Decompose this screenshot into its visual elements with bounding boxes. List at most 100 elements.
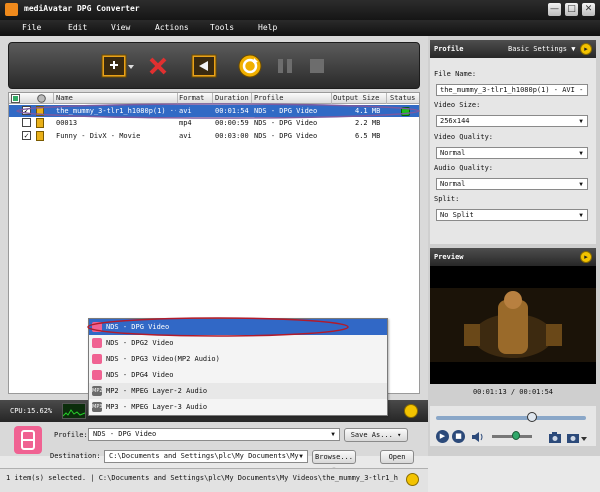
add-file-icon: [101, 54, 134, 78]
window-title: mediAvatar DPG Converter: [24, 4, 140, 13]
column-profile[interactable]: Profile: [254, 94, 284, 102]
split-value: No Split: [440, 211, 474, 219]
menu-bar: File Edit View Actions Tools Help: [0, 20, 600, 36]
video-preview: [430, 266, 596, 384]
row-checkbox[interactable]: [22, 118, 31, 127]
output-settings: Profile: NDS - DPG Video ▼ Save As... ▾ …: [8, 424, 420, 473]
column-name[interactable]: Name: [56, 94, 73, 102]
volume-icon[interactable]: [470, 430, 484, 444]
menu-edit[interactable]: Edit: [68, 23, 87, 32]
video-quality-select[interactable]: Normal ▼: [436, 147, 588, 159]
convert-button[interactable]: [237, 53, 263, 79]
save-as-button[interactable]: Save As... ▾: [344, 428, 408, 442]
maximize-button[interactable]: □: [565, 3, 578, 16]
player-controls: ▶ ■: [430, 406, 596, 446]
status-bar: 1 item(s) selected. | C:\Documents and S…: [0, 468, 428, 492]
column-duration[interactable]: Duration: [215, 94, 249, 102]
pause-button[interactable]: [275, 53, 295, 79]
row-checkbox[interactable]: ✓: [22, 131, 31, 140]
video-size-label: Video Size:: [434, 101, 481, 109]
app-icon: [5, 3, 18, 16]
nds-profile-icon: [14, 426, 42, 454]
menu-tools[interactable]: Tools: [210, 23, 234, 32]
title-bar: mediAvatar DPG Converter — □ ✕: [0, 0, 600, 20]
menu-actions[interactable]: Actions: [155, 23, 189, 32]
file-name-label: File Name:: [434, 70, 477, 78]
menu-help[interactable]: Help: [258, 23, 277, 32]
right-panel: Profile Basic Settings ▼ ▸ File Name: th…: [428, 36, 600, 456]
wrench-icon[interactable]: [404, 404, 418, 418]
audio-quality-label: Audio Quality:: [434, 164, 494, 172]
clip-button[interactable]: [191, 53, 217, 79]
profile-option-label: NDS - DPG4 Video: [106, 371, 174, 379]
profile-option-label: NDS - DPG3 Video(MP2 Audio): [106, 355, 220, 363]
table-row[interactable]: ✓ Funny - DivX - Movie avi 00:03:00 NDS …: [9, 130, 419, 142]
browse-button[interactable]: Browse... ▾: [312, 450, 356, 473]
seek-handle[interactable]: [527, 412, 537, 422]
menu-file[interactable]: File: [22, 23, 41, 32]
file-name-input[interactable]: the_mummy_3-tlr1_h1080p(1) - AVI -: [436, 84, 588, 96]
film-icon: [36, 118, 44, 128]
row-duration: 00:00:59: [215, 119, 249, 127]
nds-icon: [92, 370, 102, 380]
menu-view[interactable]: View: [111, 23, 130, 32]
chevron-down-icon: ▼: [579, 181, 583, 188]
column-status[interactable]: Status: [390, 94, 415, 102]
profile-option[interactable]: MP3 MP3 - MPEG Layer-3 Audio: [89, 399, 387, 415]
profile-panel-title: Profile: [434, 45, 464, 53]
pause-icon: [278, 59, 292, 73]
status-text: 1 item(s) selected. | C:\Documents and S…: [6, 474, 398, 482]
log-icon[interactable]: [406, 473, 419, 486]
video-size-select[interactable]: 256x144 ▼: [436, 115, 588, 127]
basic-settings-dropdown[interactable]: Basic Settings ▼: [508, 45, 575, 53]
volume-handle[interactable]: [512, 431, 520, 440]
profile-option[interactable]: NDS - DPG2 Video: [89, 335, 387, 351]
status-column-icon: [37, 94, 46, 103]
seek-slider[interactable]: [436, 416, 586, 420]
profile-dropdown-list: NDS - DPG Video NDS - DPG2 Video NDS - D…: [87, 317, 388, 416]
profile-header: Profile Basic Settings ▼ ▸: [430, 40, 596, 58]
cpu-graph: [62, 403, 86, 419]
profile-option[interactable]: NDS - DPG3 Video(MP2 Audio): [89, 351, 387, 367]
split-select[interactable]: No Split ▼: [436, 209, 588, 221]
camera-folder-icon[interactable]: [566, 430, 588, 444]
stop-button[interactable]: [307, 53, 327, 79]
column-output-size[interactable]: Output Size: [333, 94, 379, 102]
stop-playback-button[interactable]: ■: [452, 430, 465, 443]
delete-icon: [149, 57, 167, 75]
check-all-icon[interactable]: [11, 94, 20, 103]
stop-icon: [310, 59, 324, 73]
arrow-right-icon[interactable]: ▸: [580, 43, 592, 55]
open-button[interactable]: Open: [380, 450, 414, 464]
row-output-size: 6.5 MB: [355, 132, 381, 140]
remove-button[interactable]: [147, 53, 169, 79]
chevron-down-icon: ▼: [299, 453, 303, 460]
destination-label: Destination:: [50, 452, 101, 460]
split-label: Split:: [434, 195, 460, 203]
minimize-button[interactable]: —: [548, 3, 561, 16]
row-profile: NDS - DPG Video: [254, 119, 318, 127]
browse-label: Browse...: [315, 453, 353, 461]
audio-quality-select[interactable]: Normal ▼: [436, 178, 588, 190]
video-frame: [430, 266, 596, 384]
save-as-label: Save As...: [350, 431, 393, 439]
left-panel: Name Format Duration Profile Output Size…: [0, 36, 428, 492]
preview-header: Preview ▸: [430, 248, 596, 266]
mp3-icon: MP3: [92, 402, 103, 412]
profile-select[interactable]: NDS - DPG Video ▼: [88, 428, 340, 441]
column-format[interactable]: Format: [179, 94, 204, 102]
arrow-right-icon[interactable]: ▸: [580, 251, 592, 263]
table-row[interactable]: 00013 mp4 00:00:59 NDS - DPG Video 2.2 M…: [9, 117, 419, 129]
video-quality-value: Normal: [440, 149, 466, 157]
add-file-button[interactable]: [101, 53, 135, 79]
play-button[interactable]: ▶: [436, 430, 449, 443]
convert-icon: [238, 54, 262, 78]
profile-option[interactable]: NDS - DPG4 Video: [89, 367, 387, 383]
destination-input[interactable]: C:\Documents and Settings\plc\My Documen…: [104, 450, 308, 463]
snapshot-icon[interactable]: [548, 430, 564, 444]
profile-settings: File Name: the_mummy_3-tlr1_h1080p(1) - …: [430, 58, 596, 244]
close-button[interactable]: ✕: [582, 3, 595, 16]
profile-option[interactable]: MP2 MP2 - MPEG Layer-2 Audio: [89, 383, 387, 399]
row-name: Funny - DivX - Movie: [56, 132, 141, 140]
nds-icon: [92, 338, 102, 348]
